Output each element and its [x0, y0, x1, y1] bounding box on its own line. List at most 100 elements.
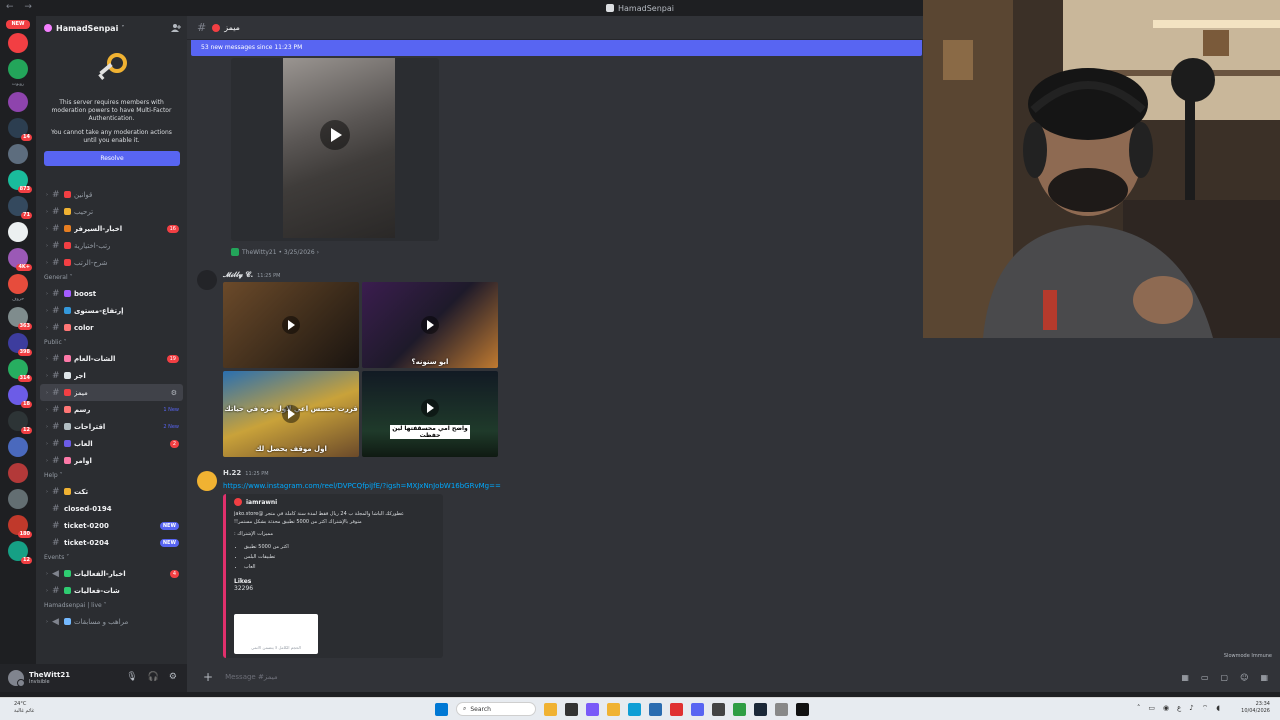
gift-icon[interactable]: ▦	[1181, 673, 1189, 682]
play-icon[interactable]	[421, 399, 439, 417]
new-unreads-badge[interactable]: NEW	[6, 20, 30, 29]
headphones-icon[interactable]: 🎧	[148, 672, 159, 682]
avatar[interactable]	[197, 270, 217, 290]
server-icon-12[interactable]: 398	[8, 333, 32, 356]
channel-item[interactable]: › # ترحيب	[36, 203, 187, 220]
server-icon-8[interactable]	[8, 222, 28, 242]
message-composer[interactable]: + Message #ميمز ▦ ▭ ▢ ☺ ▦	[193, 666, 1278, 688]
discord-icon[interactable]	[691, 702, 704, 716]
category-live[interactable]: Hamadsenpai | live ˅	[36, 599, 187, 613]
server-icon-16[interactable]	[8, 437, 28, 457]
server-icon-2[interactable]	[8, 59, 28, 79]
server-header[interactable]: HamadSenpai ˅	[36, 16, 187, 40]
channel-item[interactable]: › # الشات-العام 19	[36, 350, 187, 367]
tray-icon[interactable]: ◉	[1163, 704, 1169, 713]
server-icon-19[interactable]: 180	[8, 515, 32, 538]
server-icon-14[interactable]: 18	[8, 385, 32, 408]
embed-author[interactable]: iamrawni	[234, 498, 435, 506]
server-icon-11[interactable]: 363	[8, 307, 32, 330]
chevron-up-icon[interactable]: ˄	[1137, 704, 1141, 713]
channel-item[interactable]: # ticket-0200 NEW	[36, 517, 187, 534]
channel-item[interactable]: › ◀ مراهب و مسابقات	[36, 613, 187, 630]
weather-widget[interactable]: 24°C غائم غالبة	[14, 701, 34, 715]
app-icon[interactable]	[733, 702, 746, 716]
server-icon-1[interactable]	[8, 33, 28, 53]
avatar[interactable]	[8, 670, 25, 687]
message-author[interactable]: H.22 11:25 PM	[223, 469, 269, 477]
apps-icon[interactable]: ▦	[1260, 673, 1268, 682]
gear-icon[interactable]: ⚙	[169, 672, 177, 682]
app-icon[interactable]	[670, 702, 683, 716]
play-icon[interactable]	[282, 405, 300, 423]
channel-item[interactable]: › # قوانين	[36, 186, 187, 203]
video-attachment[interactable]: قررت تحسس اعي لاول مره في حياتك اول موقف…	[223, 371, 359, 457]
add-member-icon[interactable]	[171, 23, 181, 33]
video-attachment[interactable]	[231, 58, 439, 241]
search-input[interactable]: ⌕ Search	[456, 702, 536, 716]
channel-item[interactable]: › # رسم 1 New	[36, 401, 187, 418]
task-view-icon[interactable]	[565, 702, 578, 716]
channel-item[interactable]: # closed-0194	[36, 500, 187, 517]
store-icon[interactable]	[649, 702, 662, 716]
server-icon-10[interactable]	[8, 274, 28, 294]
server-icon-9[interactable]: 4K+	[8, 248, 32, 271]
settings-icon[interactable]	[775, 702, 788, 716]
app-icon[interactable]	[712, 702, 725, 716]
channel-item[interactable]: › # رتب-اختيارية	[36, 237, 187, 254]
add-attachment-icon[interactable]: +	[203, 670, 213, 684]
video-attachment[interactable]	[223, 282, 359, 368]
channel-settings-icon[interactable]: ⚙	[171, 389, 177, 397]
server-icon-17[interactable]	[8, 463, 28, 483]
server-icon-4[interactable]: 14	[8, 118, 32, 141]
channel-item[interactable]: › # شرح-الرتب	[36, 254, 187, 271]
volume-icon[interactable]: ◖	[1216, 704, 1220, 713]
category-events[interactable]: Events ˅	[36, 551, 187, 565]
server-icon-5[interactable]	[8, 144, 28, 164]
channel-item[interactable]: › # color	[36, 319, 187, 336]
play-icon[interactable]	[282, 316, 300, 334]
message-author[interactable]: 𝓜𝓲𝓵𝓵𝔂 𝓒. 11:25 PM	[223, 271, 280, 280]
video-attachment[interactable]: ابو سنونه؟	[362, 282, 498, 368]
message-input[interactable]: Message #ميمز	[225, 673, 278, 681]
channel-item-active[interactable]: › # ميمز ⚙	[40, 384, 183, 401]
resolve-button[interactable]: Resolve	[44, 151, 180, 166]
embed-thumbnail[interactable]: الحجم الكامل لا يتضمن الانمي	[234, 614, 318, 654]
server-icon-13[interactable]: 314	[8, 359, 32, 382]
server-icon-20[interactable]: 12	[8, 541, 32, 564]
tray-icon[interactable]: ▭	[1148, 704, 1155, 713]
emoji-icon[interactable]: ☺	[1240, 673, 1248, 682]
avatar[interactable]	[197, 471, 217, 491]
server-icon-3[interactable]	[8, 92, 28, 112]
microphone-icon[interactable]: ♪	[1189, 704, 1193, 713]
file-explorer-icon[interactable]	[607, 702, 620, 716]
channel-item[interactable]: › # العاب 2	[36, 435, 187, 452]
widget-icon[interactable]	[544, 702, 557, 716]
message-link[interactable]: https://www.instagram.com/reel/DVPCQfpiJ…	[223, 482, 501, 490]
channel-item[interactable]: › # اجر	[36, 367, 187, 384]
play-icon[interactable]	[421, 316, 439, 334]
video-attachment[interactable]: واضح امي محسقفتها لين حفظت	[362, 371, 498, 457]
history-nav-arrows[interactable]: ← →	[6, 2, 36, 12]
new-messages-bar[interactable]: 53 new messages since 11:23 PM	[191, 40, 922, 56]
channel-item[interactable]: › # boost	[36, 285, 187, 302]
channel-item[interactable]: › # تكت	[36, 483, 187, 500]
channel-item[interactable]: › # اقتراحات 2 New	[36, 418, 187, 435]
category-public[interactable]: Public ˅	[36, 336, 187, 350]
wifi-icon[interactable]: ⌔	[1202, 704, 1209, 713]
edge-icon[interactable]	[628, 702, 641, 716]
server-icon-6[interactable]: 873	[8, 170, 32, 193]
start-icon[interactable]	[435, 702, 448, 716]
server-icon-7[interactable]: 71	[8, 196, 32, 219]
channel-item[interactable]: › # اوامر	[36, 452, 187, 469]
app-icon[interactable]	[796, 702, 809, 716]
play-icon[interactable]	[320, 120, 350, 150]
channel-item[interactable]: › # شات-فعاليات	[36, 582, 187, 599]
clock[interactable]: 23:34 10/04/2026	[1241, 701, 1270, 715]
category-help[interactable]: Help ˅	[36, 469, 187, 483]
microphone-icon[interactable]: 🎙	[126, 672, 137, 682]
channel-item[interactable]: › # إرتفاع-مستوى	[36, 302, 187, 319]
steam-icon[interactable]	[754, 702, 767, 716]
server-icon-15[interactable]: 12	[8, 411, 32, 434]
copilot-icon[interactable]	[586, 702, 599, 716]
sticker-icon[interactable]: ▢	[1221, 673, 1229, 682]
